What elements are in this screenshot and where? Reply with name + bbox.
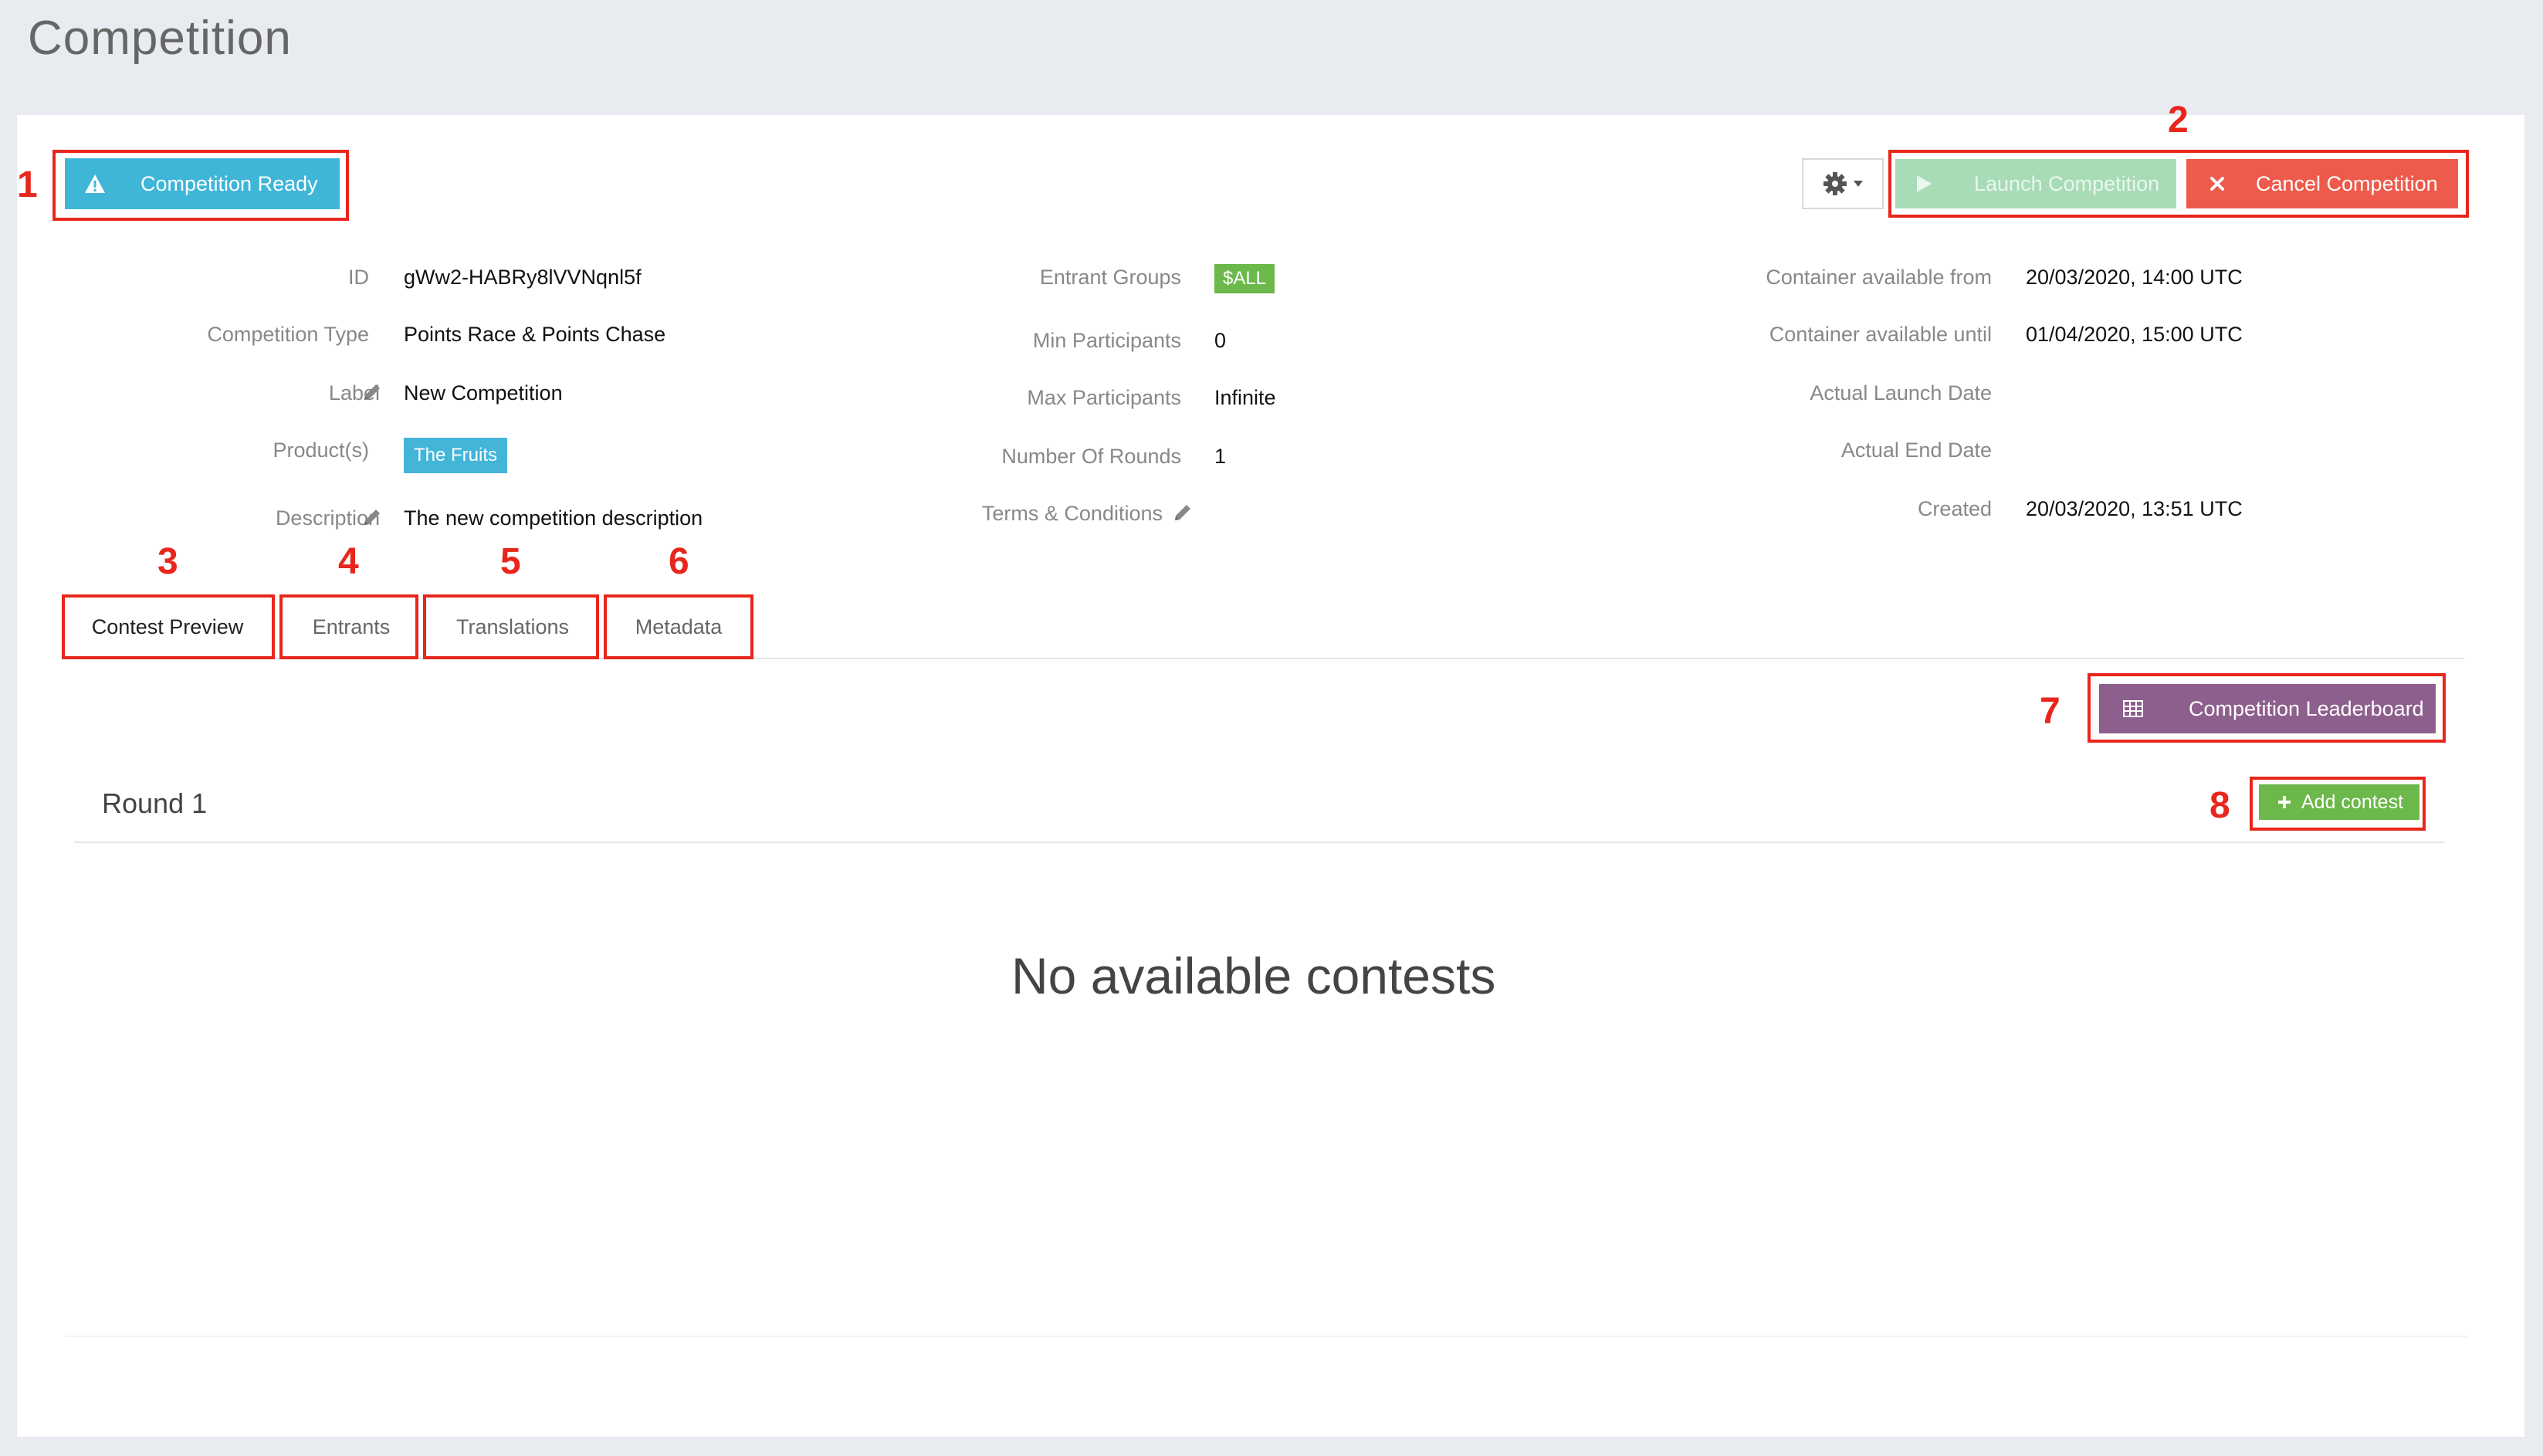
products-label: Product(s) [273,438,369,462]
add-contest-label: Add contest [2301,791,2404,813]
product-tag: The Fruits [404,438,507,473]
annotation-number-5: 5 [500,541,521,582]
tabs-divider [62,658,2464,659]
id-value: gWw2-HABRy8lVVNqnl5f [404,266,642,289]
actual-end-date-label: Actual End Date [1840,438,1992,462]
annotation-number-1: 1 [17,164,38,205]
annotation-number-8: 8 [2209,785,2230,826]
cancel-competition-button[interactable]: Cancel Competition [2186,159,2458,208]
plus-icon [2275,794,2294,810]
empty-state-message: No available contests [1011,947,1496,1004]
pencil-icon[interactable] [1172,502,1194,527]
annotation-number-6: 6 [669,541,689,582]
round-divider [74,841,2444,843]
available-until-value: 01/04/2020, 15:00 UTC [2026,323,2243,346]
number-of-rounds-label: Number Of Rounds [1001,445,1181,468]
caret-down-icon [1853,180,1864,188]
pencil-icon[interactable] [361,506,383,532]
available-from-label: Container available from [1766,266,1992,289]
competition-leaderboard-button[interactable]: Competition Leaderboard [2099,684,2436,733]
add-contest-button[interactable]: Add contest [2259,784,2419,820]
play-icon [1912,174,1935,193]
entrant-group-tag: $ALL [1214,264,1275,293]
gear-icon [1822,171,1848,197]
annotation-number-2: 2 [2168,100,2189,141]
created-value: 20/03/2020, 13:51 UTC [2026,497,2243,520]
annotation-number-4: 4 [338,541,359,582]
panel-footer-line [65,1336,2467,1337]
tab-entrants[interactable]: Entrants [284,598,418,656]
competition-leaderboard-label: Competition Leaderboard [2189,696,2424,720]
annotation-number-7: 7 [2040,691,2060,732]
competition-panel [17,115,2524,1437]
terms-conditions-label: Terms & Conditions [981,502,1163,525]
close-icon [2206,176,2228,191]
pencil-icon[interactable] [361,381,383,407]
available-until-label: Container available until [1769,323,1992,346]
tab-translations[interactable]: Translations [426,598,599,656]
description-value: The new competition description [404,506,703,530]
created-label: Created [1917,497,1992,520]
max-participants-value: Infinite [1214,386,1276,409]
table-icon [2121,700,2145,717]
page-title: Competition [28,12,292,65]
competition-type-label: Competition Type [207,323,369,346]
annotation-number-3: 3 [157,541,178,582]
tab-metadata[interactable]: Metadata [607,598,750,656]
competition-type-value: Points Race & Points Chase [404,323,666,346]
tab-contest-preview[interactable]: Contest Preview [65,598,270,656]
entrant-groups-label: Entrant Groups [1039,266,1181,289]
id-label: ID [348,266,369,289]
actual-launch-date-label: Actual Launch Date [1810,381,1992,405]
min-participants-value: 0 [1214,329,1227,352]
label-value: New Competition [404,381,563,405]
available-from-value: 20/03/2020, 14:00 UTC [2026,266,2243,289]
launch-competition-label: Launch Competition [1974,171,2160,195]
competition-ready-button[interactable]: Competition Ready [65,158,340,209]
round-title: Round 1 [102,787,208,819]
number-of-rounds-value: 1 [1214,445,1227,468]
cancel-competition-label: Cancel Competition [2256,171,2438,195]
launch-competition-button[interactable]: Launch Competition [1895,159,2176,208]
warning-icon [82,174,108,194]
competition-ready-label: Competition Ready [141,171,318,195]
min-participants-label: Min Participants [1032,329,1181,352]
settings-dropdown-button[interactable] [1802,158,1884,209]
max-participants-label: Max Participants [1027,386,1181,409]
